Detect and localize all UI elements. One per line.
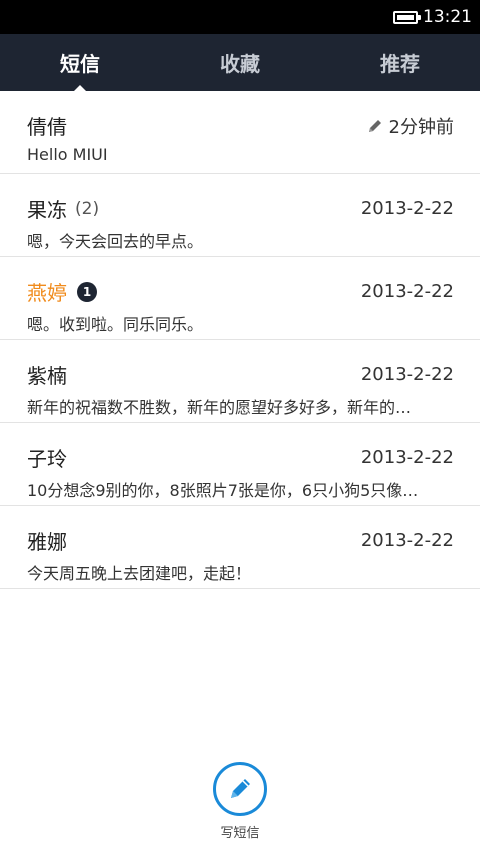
tab-label: 推荐 [380,52,420,76]
thread-contact-name: 燕婷 [27,281,67,305]
pencil-icon [231,779,250,798]
compose-area: 写短信 [0,762,480,853]
thread-contact-name: 紫楠 [27,364,67,388]
thread-contact-name: 倩倩 [27,115,67,139]
compose-button[interactable] [213,762,267,816]
tab-bar: 短信 收藏 推荐 [0,34,480,92]
tab-favorites[interactable]: 收藏 [160,34,320,91]
thread-date: 2013-2-22 [360,364,454,385]
tab-messages[interactable]: 短信 [0,34,160,92]
thread-row[interactable]: 子玲 2013-2-22 10分想念9别的你，8张照片7张是你，6只小狗5只像… [0,423,480,506]
thread-row[interactable]: 果冻 (2) 2013-2-22 嗯，今天会回去的早点。 [0,174,480,257]
thread-snippet: 嗯。收到啦。同乐同乐。 [27,315,204,334]
thread-snippet: Hello MIUI [27,145,108,164]
thread-snippet: 嗯，今天会回去的早点。 [27,232,204,251]
tab-label: 短信 [60,52,100,76]
thread-message-count: (2) [75,198,100,219]
thread-snippet: 10分想念9别的你，8张照片7张是你，6只小狗5只像… [27,481,419,500]
thread-row[interactable]: 雅娜 2013-2-22 今天周五晚上去团建吧，走起！ [0,506,480,589]
thread-row[interactable]: 紫楠 2013-2-22 新年的祝福数不胜数，新年的愿望好多好多，新年的… [0,340,480,423]
thread-date: 2013-2-22 [360,198,454,219]
thread-row[interactable]: 倩倩 2分钟前 Hello MIUI [0,91,480,174]
thread-snippet: 今天周五晚上去团建吧，走起！ [27,564,252,583]
thread-contact-name: 果冻 [27,198,67,222]
thread-list: 倩倩 2分钟前 Hello MIUI 果冻 (2) 2013-2-22 嗯，今天… [0,91,480,589]
status-time: 13:21 [423,7,472,27]
compose-label: 写短信 [220,826,260,841]
thread-date: 2分钟前 [388,116,454,138]
unread-badge: 1 [77,281,97,302]
tab-recommended[interactable]: 推荐 [320,34,480,91]
thread-contact-name: 子玲 [27,447,67,471]
status-bar: 13:21 [0,0,480,34]
thread-contact-name: 雅娜 [27,530,67,554]
thread-date: 2013-2-22 [360,447,454,468]
thread-row[interactable]: 燕婷 1 2013-2-22 嗯。收到啦。同乐同乐。 [0,257,480,340]
thread-snippet: 新年的祝福数不胜数，新年的愿望好多好多，新年的… [27,398,412,417]
draft-pencil-icon [368,119,381,132]
thread-date: 2013-2-22 [360,281,454,302]
tab-label: 收藏 [220,52,260,76]
battery-icon [393,10,421,24]
thread-date: 2013-2-22 [360,530,454,551]
